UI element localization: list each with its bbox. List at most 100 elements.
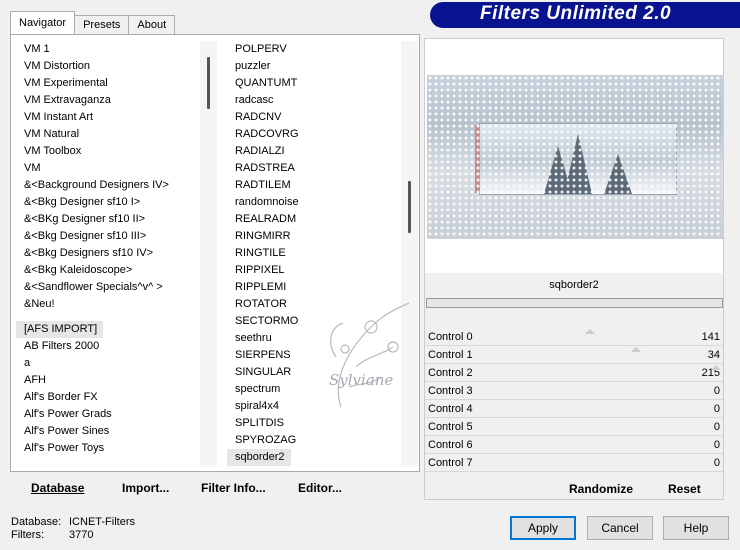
control-row[interactable]: Control 3 0 — [425, 382, 723, 400]
control-label: Control 1 — [428, 349, 473, 361]
filter-item[interactable]: RINGTILE — [227, 245, 405, 262]
category-item[interactable]: VM Experimental — [16, 75, 206, 92]
filter-item[interactable]: RIPPLEMI — [227, 279, 405, 296]
filter-item[interactable]: QUANTUMT — [227, 75, 405, 92]
filter-item[interactable]: radcasc — [227, 92, 405, 109]
navigator-buttons: Database Import... Filter Info... Editor… — [10, 474, 420, 500]
filter-item[interactable]: RADTILEM — [227, 177, 405, 194]
database-button[interactable]: Database — [31, 481, 84, 495]
slider-marker — [585, 329, 595, 334]
cancel-button[interactable]: Cancel — [587, 516, 653, 540]
control-row[interactable]: Control 5 0 — [425, 418, 723, 436]
filter-item[interactable]: sqborder2 — [227, 449, 291, 466]
watermark-logo: Sylviane — [329, 302, 410, 408]
category-item[interactable]: VM Natural — [16, 126, 206, 143]
control-label: Control 7 — [428, 457, 473, 469]
scroll-thumb[interactable] — [207, 57, 210, 109]
control-row[interactable]: Control 4 0 — [425, 400, 723, 418]
navigator-panel: VM 1 VM Distortion VM Experimental VM Extra… — [10, 34, 420, 472]
app-title: Filters Unlimited 2.0 — [480, 3, 672, 24]
category-item[interactable]: &<Bkg Designer sf10 I> — [16, 194, 206, 211]
tab-presets[interactable]: Presets — [74, 15, 130, 35]
control-label: Control 6 — [428, 439, 473, 451]
filter-panel: sqborder2 Control 0 141 Control 1 34 Control… — [424, 38, 724, 500]
filter-item[interactable]: REALRADM — [227, 211, 405, 228]
category-item[interactable]: &<BKg Designer sf10 II> — [16, 211, 206, 228]
category-item[interactable]: [AFS IMPORT] — [16, 321, 104, 338]
filter-item[interactable]: randomnoise — [227, 194, 405, 211]
control-label: Control 2 — [428, 367, 473, 379]
category-item[interactable]: Alf's Power Grads — [16, 406, 206, 423]
category-item[interactable]: Alf's Power Toys — [16, 440, 206, 457]
preview-dot-pattern — [427, 75, 723, 239]
filter-item[interactable]: RADSTREA — [227, 160, 405, 177]
category-item[interactable]: &<Background Designers IV> — [16, 177, 206, 194]
filter-item[interactable]: RINGMIRR — [227, 228, 405, 245]
slider-marker — [711, 365, 721, 370]
filters-count-value: 3770 — [69, 529, 94, 541]
category-list[interactable]: VM 1 VM Distortion VM Experimental VM Extra… — [16, 41, 206, 467]
category-item[interactable]: VM Distortion — [16, 58, 206, 75]
category-item[interactable]: Alf's Border FX — [16, 389, 206, 406]
scroll-thumb[interactable] — [408, 181, 411, 233]
control-value: 34 — [707, 349, 720, 361]
editor-button[interactable]: Editor... — [298, 481, 342, 495]
database-label: Database: — [11, 516, 62, 528]
control-row[interactable]: Control 6 0 — [425, 436, 723, 454]
category-item[interactable]: AFH — [16, 372, 206, 389]
category-scrollbar[interactable] — [200, 41, 217, 467]
control-value: 0 — [713, 421, 720, 433]
category-item[interactable]: &<Sandflower Specials^v^ > — [16, 279, 206, 296]
filters-count-label: Filters: — [11, 529, 44, 541]
slider-marker — [631, 347, 641, 352]
list-separator — [16, 313, 206, 321]
reset-button[interactable]: Reset — [668, 482, 701, 496]
filter-item[interactable]: RADCNV — [227, 109, 405, 126]
category-item[interactable]: &<Bkg Kaleidoscope> — [16, 262, 206, 279]
preview-area — [425, 39, 723, 273]
control-label: Control 5 — [428, 421, 473, 433]
filter-item[interactable]: RIPPIXEL — [227, 262, 405, 279]
filter-info-button[interactable]: Filter Info... — [201, 481, 266, 495]
filter-item[interactable]: POLPERV — [227, 41, 405, 58]
category-item[interactable]: VM Instant Art — [16, 109, 206, 126]
help-button[interactable]: Help — [663, 516, 729, 540]
category-item[interactable]: VM Extravaganza — [16, 92, 206, 109]
tab-navigator[interactable]: Navigator — [10, 11, 76, 35]
control-value: 0 — [713, 457, 720, 469]
progress-bar — [426, 298, 723, 308]
tab-bar: Navigator Presets About — [10, 11, 176, 35]
control-row[interactable]: Control 7 0 — [425, 454, 723, 472]
category-item[interactable]: &<Bkg Designer sf10 III> — [16, 228, 206, 245]
filter-item[interactable]: puzzler — [227, 58, 405, 75]
preview-image — [427, 75, 723, 239]
control-value: 141 — [701, 331, 720, 343]
import-button[interactable]: Import... — [122, 481, 169, 495]
category-item[interactable]: &<Bkg Designers sf10 IV> — [16, 245, 206, 262]
status-area: Database: ICNET-Filters Filters: 3770 — [11, 516, 135, 542]
apply-button[interactable]: Apply — [510, 516, 576, 540]
control-row[interactable]: Control 1 34 — [425, 346, 723, 364]
watermark-text: Sylviane — [329, 371, 393, 389]
control-row[interactable]: Control 0 141 — [425, 328, 723, 346]
filter-item[interactable]: sqborder3 — [227, 466, 405, 467]
tab-about[interactable]: About — [128, 15, 176, 35]
selected-filter-name: sqborder2 — [549, 279, 599, 291]
database-value: ICNET-Filters — [69, 516, 135, 528]
category-item[interactable]: VM Toolbox — [16, 143, 206, 160]
category-item[interactable]: Alf's Power Sines — [16, 423, 206, 440]
randomize-button[interactable]: Randomize — [569, 482, 633, 496]
category-item[interactable]: AB Filters 2000 — [16, 338, 206, 355]
filter-item[interactable]: RADIALZI — [227, 143, 405, 160]
category-item[interactable]: &Neu! — [16, 296, 206, 313]
category-item[interactable]: a — [16, 355, 206, 372]
category-item[interactable]: VM — [16, 160, 206, 177]
control-row[interactable]: Control 2 215 — [425, 364, 723, 382]
control-value: 0 — [713, 385, 720, 397]
filter-item[interactable]: RADCOVRG — [227, 126, 405, 143]
control-value: 0 — [713, 403, 720, 415]
controls-list: Control 0 141 Control 1 34 Control 2 215 Contr… — [425, 328, 723, 472]
filter-item[interactable]: SPYROZAG — [227, 432, 405, 449]
category-item[interactable]: VM 1 — [16, 41, 206, 58]
control-label: Control 0 — [428, 331, 473, 343]
